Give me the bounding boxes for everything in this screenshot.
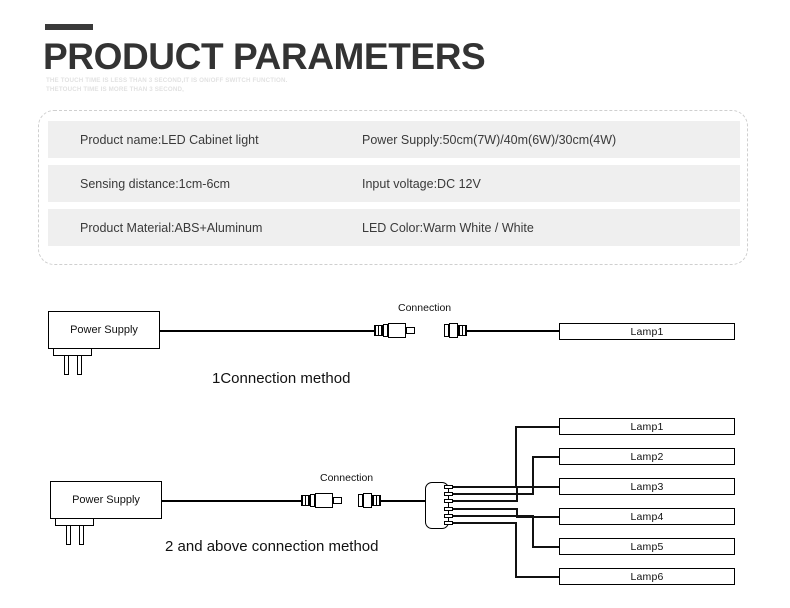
plug-female-grip-2 [372,495,381,506]
splitter-terminal-2 [444,492,453,496]
power-supply-neck-2 [55,519,94,526]
wire-plug-to-splitter-2 [381,500,426,502]
power-supply-body-2: Power Supply [50,481,162,519]
plug-male-barrel-2 [315,493,333,508]
plug-female-barrel-2 [363,493,372,508]
connection-diagram-2: Power Supply Connection Lamp1 Lamp2 Lamp… [0,0,790,608]
branch-wire-6-seg-h1 [453,522,517,524]
branch-wire-1-seg-h2 [515,426,559,428]
branch-wire-5-seg-v [532,515,534,547]
lamp-box-2-4: Lamp4 [559,508,735,525]
branch-wire-5-seg-h1 [453,515,534,517]
branch-wire-4-seg-h1 [453,508,518,510]
branch-wire-1-seg-h1 [453,486,517,488]
branch-wire-3-seg-h1 [453,500,518,502]
lamp-label-2-6: Lamp6 [630,570,664,583]
power-plug-prong-right-2 [79,526,84,545]
branch-wire-5-seg-h2 [532,546,559,548]
splitter-terminal-1 [444,485,453,489]
lamp-box-2-2: Lamp2 [559,448,735,465]
branch-wire-3-seg-h2 [516,486,559,488]
lamp-box-2-3: Lamp3 [559,478,735,495]
plug-male-pin-2 [333,497,342,504]
lamp-label-2-5: Lamp5 [630,540,664,553]
branch-wire-2-seg-h1 [453,493,534,495]
branch-wire-6-seg-h2 [515,576,559,578]
plug-male-grip-2 [301,495,310,506]
power-plug-prong-left-2 [66,526,71,545]
branch-wire-2-seg-v [532,456,534,494]
splitter-terminal-3 [444,499,453,503]
lamp-label-2-1: Lamp1 [630,420,664,433]
lamp-box-2-5: Lamp5 [559,538,735,555]
branch-wire-1-seg-v [515,426,517,487]
splitter-terminal-5 [444,514,453,518]
branch-wire-6-seg-v [515,522,517,577]
connection-label-2: Connection [320,472,374,484]
splitter-terminal-4 [444,507,453,511]
power-supply-label-2: Power Supply [72,494,140,506]
product-parameters-page: PRODUCT PARAMETERS THE TOUCH TIME IS LES… [0,0,790,608]
lamp-label-2-4: Lamp4 [630,510,664,523]
branch-wire-3-seg-v [516,486,518,501]
method-label-2: 2 and above connection method [165,538,379,555]
wire-psu-to-plug-2 [162,500,302,502]
lamp-label-2-3: Lamp3 [630,480,664,493]
lamp-box-2-6: Lamp6 [559,568,735,585]
lamp-box-2-1: Lamp1 [559,418,735,435]
splitter-terminal-6 [444,521,453,525]
branch-wire-2-seg-h2 [532,456,559,458]
lamp-label-2-2: Lamp2 [630,450,664,463]
